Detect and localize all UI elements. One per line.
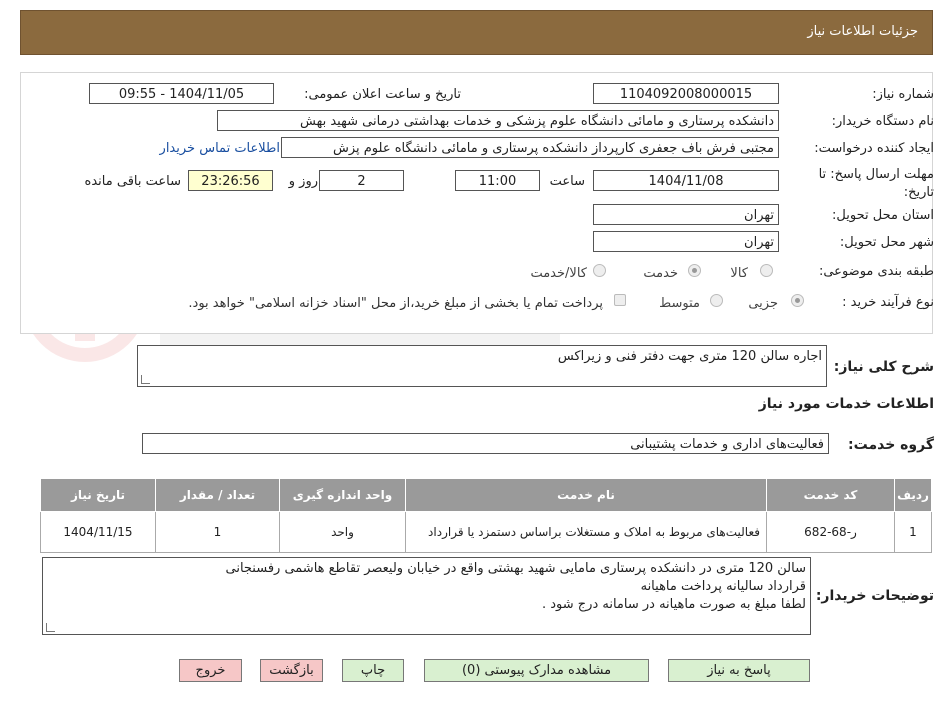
need-number-label: شماره نیاز: [872, 87, 934, 102]
cell-qty: 1 [155, 511, 280, 553]
cell-code: ر-68-682 [766, 511, 895, 553]
resize-handle-icon[interactable] [46, 623, 55, 632]
purchase-minor-label: جزیی [748, 296, 778, 311]
cell-unit: واحد [279, 511, 406, 553]
resize-handle-icon[interactable] [141, 375, 150, 384]
announce-label: تاریخ و ساعت اعلان عمومی: [304, 87, 461, 102]
deadline-time-field[interactable]: 11:00 [455, 170, 540, 191]
treasury-note: پرداخت تمام یا بخشی از مبلغ خرید،از محل … [188, 296, 603, 311]
cell-name: فعالیت‌های مربوط به املاک و مستغلات براس… [405, 511, 767, 553]
buyer-notes-line: سالن 120 متری در دانشکده پرستاری مامایی … [225, 561, 807, 576]
buyer-notes-label: توضیحات خریدار: [815, 588, 934, 604]
exit-button[interactable]: خروج [179, 659, 242, 682]
buyer-notes-line: لطفا مبلغ به صورت ماهیانه در سامانه درج … [542, 597, 806, 612]
page-title: جزئیات اطلاعات نیاز [807, 24, 918, 39]
buyer-org-label: نام دستگاه خریدار: [831, 114, 934, 129]
buyer-org-field[interactable]: دانشکده پرستاری و مامائی دانشگاه علوم پز… [217, 110, 779, 131]
category-service-label: خدمت [643, 266, 678, 281]
purchase-medium-label: متوسط [659, 296, 700, 311]
category-both-radio[interactable] [593, 264, 606, 277]
col-code-header: کد خدمت [766, 478, 895, 512]
cell-date: 1404/11/15 [40, 511, 156, 553]
province-label: استان محل تحویل: [832, 208, 934, 223]
services-table: ردیف کد خدمت نام خدمت واحد اندازه گیری ت… [40, 478, 932, 553]
col-qty-header: تعداد / مقدار [155, 478, 280, 512]
city-label: شهر محل تحویل: [839, 235, 934, 250]
deadline-date-field[interactable]: 1404/11/08 [593, 170, 779, 191]
services-section-title: اطلاعات خدمات مورد نیاز [758, 396, 934, 412]
days-field[interactable]: 2 [319, 170, 404, 191]
deadline-label: مهلت ارسال پاسخ: تا تاریخ: [814, 166, 934, 202]
col-row-header: ردیف [894, 478, 932, 512]
buyer-notes-textarea[interactable]: سالن 120 متری در دانشکده پرستاری مامایی … [42, 557, 811, 635]
table-header-row: ردیف کد خدمت نام خدمت واحد اندازه گیری ت… [40, 478, 932, 512]
category-label: طبقه بندی موضوعی: [818, 264, 934, 279]
days-label: روز و [288, 174, 318, 189]
service-group-label: گروه خدمت: [848, 437, 934, 453]
cell-row: 1 [894, 511, 932, 553]
category-service-radio[interactable] [688, 264, 701, 277]
category-goods-label: کالا [730, 266, 748, 281]
province-field[interactable]: تهران [593, 204, 779, 225]
attachments-button[interactable]: مشاهده مدارک پیوستی (0) [424, 659, 649, 682]
summary-label: شرح کلی نیاز: [833, 359, 934, 375]
announce-datetime-field[interactable]: 1404/11/05 - 09:55 [89, 83, 274, 104]
city-field[interactable]: تهران [593, 231, 779, 252]
treasury-checkbox[interactable] [614, 294, 626, 306]
requester-field[interactable]: مجتبی فرش باف جعفری کارپرداز دانشکده پرس… [281, 137, 779, 158]
col-name-header: نام خدمت [405, 478, 767, 512]
time-label: ساعت [549, 174, 585, 189]
buyer-notes-line: قرارداد سالیانه پرداخت ماهیانه [640, 579, 806, 594]
col-unit-header: واحد اندازه گیری [279, 478, 406, 512]
reply-button[interactable]: پاسخ به نیاز [668, 659, 810, 682]
back-button[interactable]: بازگشت [260, 659, 323, 682]
purchase-type-label: نوع فرآیند خرید : [842, 295, 934, 310]
need-number-field[interactable]: 1104092008000015 [593, 83, 779, 104]
requester-label: ایجاد کننده درخواست: [814, 141, 934, 156]
remaining-timer: 23:26:56 [188, 170, 273, 191]
category-both-label: کالا/خدمت [530, 266, 587, 281]
buyer-contact-link[interactable]: اطلاعات تماس خریدار [160, 141, 280, 156]
print-button[interactable]: چاپ [342, 659, 404, 682]
category-goods-radio[interactable] [760, 264, 773, 277]
purchase-medium-radio[interactable] [710, 294, 723, 307]
purchase-minor-radio[interactable] [791, 294, 804, 307]
table-row[interactable]: 1 ر-68-682 فعالیت‌های مربوط به املاک و م… [40, 511, 932, 553]
summary-text: اجاره سالن 120 متری جهت دفتر فنی و زیراک… [557, 349, 822, 364]
deadline-label-text: مهلت ارسال پاسخ: تا تاریخ: [818, 167, 934, 200]
service-group-field[interactable]: فعالیت‌های اداری و خدمات پشتیبانی [142, 433, 829, 454]
summary-textarea[interactable]: اجاره سالن 120 متری جهت دفتر فنی و زیراک… [137, 345, 827, 387]
col-date-header: تاریخ نیاز [40, 478, 156, 512]
page-header: جزئیات اطلاعات نیاز [20, 10, 933, 55]
remaining-label: ساعت باقی مانده [84, 174, 181, 189]
